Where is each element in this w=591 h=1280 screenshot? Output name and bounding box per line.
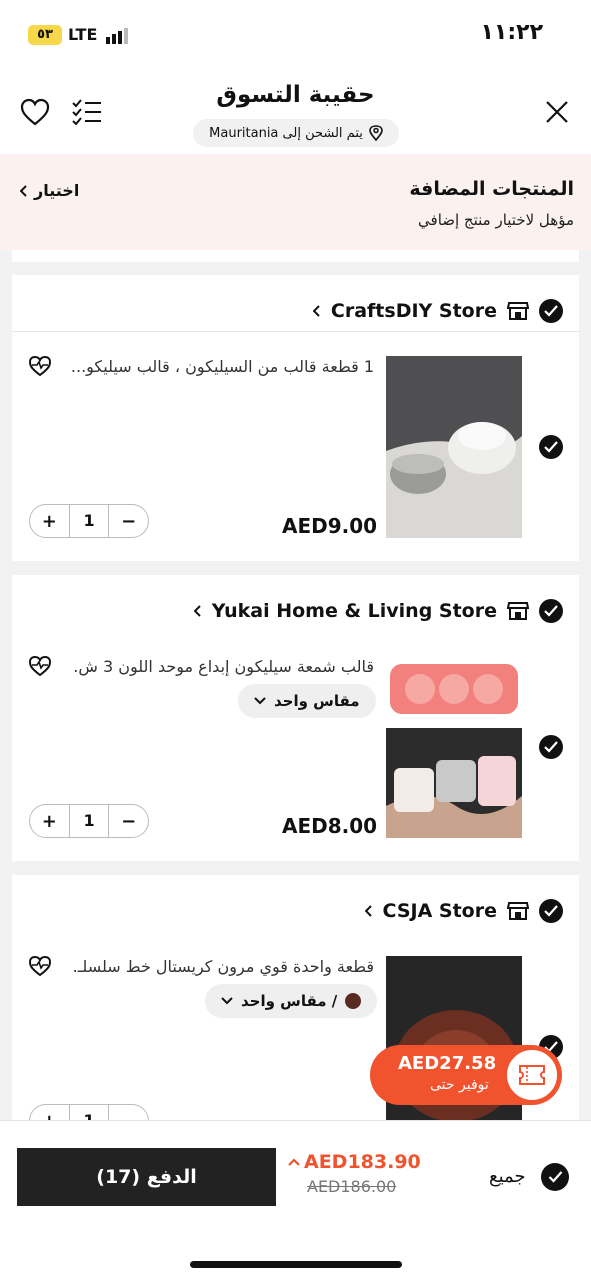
increment-button[interactable]: + — [30, 1111, 69, 1121]
original-total: AED186.00 — [307, 1177, 397, 1196]
chevron-left-icon — [193, 605, 201, 617]
choose-link-label: اختيار — [34, 181, 80, 200]
banner-subtitle: مؤهل لاختيار منتج إضافي — [418, 211, 574, 229]
network-label: LTE — [68, 25, 98, 44]
home-indicator — [190, 1261, 402, 1268]
store-icon — [507, 302, 529, 320]
status-bar: ٥٣ LTE ١١:٢٢ — [0, 0, 591, 72]
store-select-checkbox[interactable] — [539, 899, 563, 923]
variant-label: مقاس واحد — [274, 692, 360, 710]
location-pin-icon — [369, 125, 383, 141]
decrement-button[interactable]: − — [109, 1111, 148, 1121]
color-swatch — [345, 993, 362, 1009]
quantity-value[interactable]: 1 — [68, 505, 110, 537]
store-header[interactable]: Yukai Home & Living Store — [193, 599, 563, 623]
quantity-stepper[interactable]: + 1 − — [29, 804, 149, 838]
variant-selector[interactable]: / مقاس واحد — [205, 984, 378, 1018]
item-select-checkbox[interactable] — [539, 735, 563, 759]
product-price: AED9.00 — [282, 514, 378, 538]
banner-title: المنتجات المضافة — [409, 178, 574, 200]
wishlist-heart-icon[interactable] — [28, 655, 52, 677]
checkout-bar: الدفع (17) AED183.90 AED186.00 جميع — [0, 1120, 591, 1280]
wishlist-heart-icon[interactable] — [28, 955, 52, 977]
decrement-button[interactable]: − — [109, 511, 148, 532]
product-description[interactable]: قطعة واحدة قوي مرون كريستال خط سلسلـ... — [72, 957, 374, 976]
total-price[interactable]: AED183.90 — [288, 1151, 421, 1173]
quantity-value[interactable]: 1 — [68, 1105, 110, 1120]
product-image[interactable] — [386, 656, 522, 838]
store-name: CraftsDIY Store — [330, 300, 497, 322]
quantity-stepper[interactable]: + 1 − — [29, 1104, 149, 1120]
store-card: Yukai Home & Living Store قالب شمعة سيلي… — [12, 575, 579, 861]
page-header: حقيبة التسوق يتم الشحن إلى Mauritania — [0, 72, 591, 154]
wishlist-heart-icon[interactable] — [28, 355, 52, 377]
signal-icon — [106, 28, 128, 44]
store-select-checkbox[interactable] — [539, 299, 563, 323]
variant-label: / مقاس واحد — [241, 992, 338, 1010]
store-icon — [507, 902, 529, 920]
shipping-destination[interactable]: يتم الشحن إلى Mauritania — [193, 119, 399, 147]
product-description[interactable]: قالب شمعة سيليكون إبداع موحد اللون 3 ش..… — [72, 657, 374, 676]
chevron-left-icon — [364, 905, 372, 917]
decrement-button[interactable]: − — [109, 811, 148, 832]
store-name: Yukai Home & Living Store — [211, 600, 497, 622]
product-image[interactable] — [386, 356, 522, 538]
chevron-left-icon — [312, 305, 320, 317]
increment-button[interactable]: + — [30, 811, 69, 832]
store-header[interactable]: CSJA Store — [364, 899, 563, 923]
quantity-stepper[interactable]: + 1 − — [29, 504, 149, 538]
item-select-checkbox[interactable] — [539, 435, 563, 459]
variant-selector[interactable]: مقاس واحد — [238, 684, 376, 718]
product-description[interactable]: 1 قطعة قالب من السيليكون ، قالب سيليكو..… — [72, 357, 374, 376]
chevron-down-icon — [221, 997, 233, 1005]
divider — [12, 331, 579, 332]
store-name: CSJA Store — [382, 900, 497, 922]
store-header[interactable]: CraftsDIY Store — [312, 299, 563, 323]
savings-amount: AED27.58 — [398, 1053, 497, 1074]
checkout-button[interactable]: الدفع (17) — [17, 1148, 276, 1206]
chevron-down-icon — [254, 697, 266, 705]
clock: ١١:٢٢ — [480, 20, 543, 45]
previous-card-edge — [12, 250, 579, 262]
select-all-label: جميع — [489, 1166, 526, 1187]
chevron-up-icon — [288, 1158, 300, 1166]
store-icon — [507, 602, 529, 620]
savings-label: توفير حتى — [430, 1077, 489, 1093]
increment-button[interactable]: + — [30, 511, 69, 532]
choose-link[interactable]: اختيار — [20, 181, 79, 200]
close-icon[interactable] — [545, 100, 569, 124]
total-amount: AED183.90 — [304, 1151, 421, 1173]
battery-indicator: ٥٣ — [28, 25, 62, 45]
coupon-icon — [504, 1047, 560, 1103]
product-price: AED8.00 — [282, 814, 378, 838]
savings-bubble[interactable]: AED27.58 توفير حتى — [370, 1045, 562, 1105]
chevron-left-icon — [20, 184, 27, 197]
quantity-value[interactable]: 1 — [68, 805, 110, 837]
store-select-checkbox[interactable] — [539, 599, 563, 623]
page-title: حقيبة التسوق — [216, 82, 375, 108]
shipping-text: يتم الشحن إلى Mauritania — [209, 125, 363, 141]
added-products-banner: المنتجات المضافة مؤهل لاختيار منتج إضافي… — [0, 154, 591, 250]
select-all-checkbox[interactable] — [541, 1163, 569, 1191]
store-card: CraftsDIY Store 1 قطعة قالب من السيليكون… — [12, 275, 579, 561]
